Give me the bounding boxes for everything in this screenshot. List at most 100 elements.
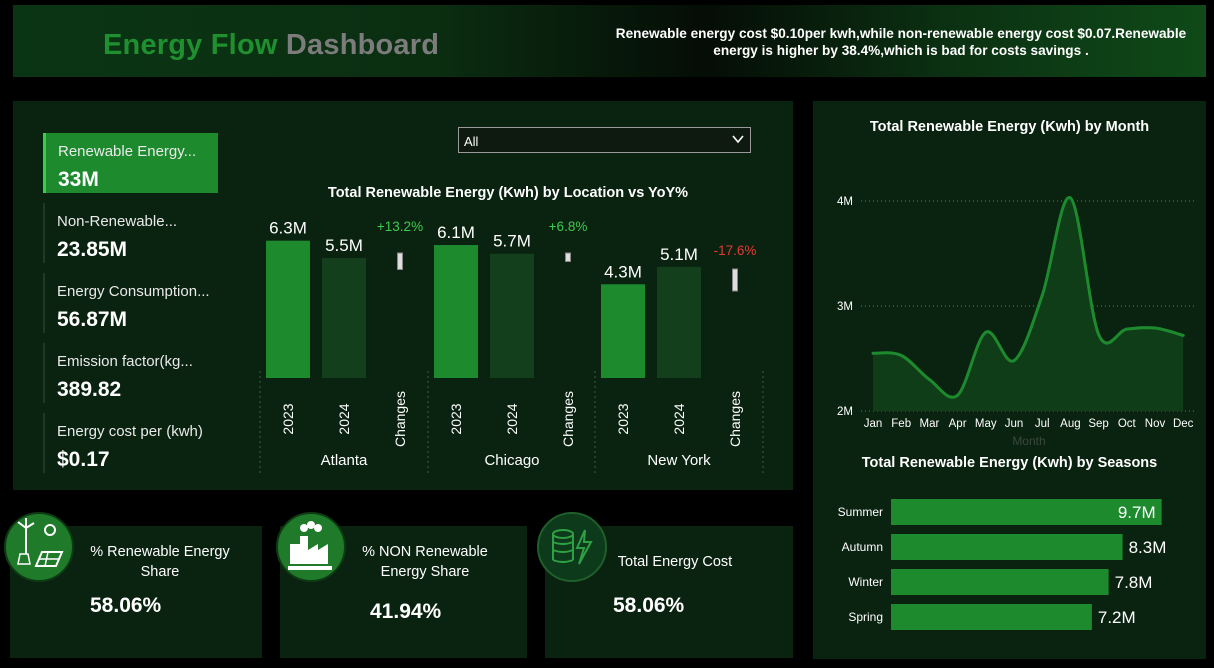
- bar-value-label: 5.7M: [493, 232, 531, 251]
- kpi-value: 33M: [58, 168, 99, 191]
- x-axis-title: Month: [1012, 434, 1045, 448]
- location-bar-chart: 6.3M 5.5M +13.2% 2023 2024 Changes Atlanta 6.1M…: [259, 219, 764, 473]
- card-label-line2: Energy Share: [380, 564, 470, 580]
- bar-value-label: 6.3M: [269, 219, 307, 238]
- title-part1: Energy Flow: [103, 29, 278, 61]
- card-renewable-share: % Renewable Energy Share 58.06%: [4, 512, 262, 658]
- x-tick-label: Jul: [1035, 418, 1050, 430]
- location-label: Atlanta: [321, 452, 368, 469]
- card-label-line1: Total Energy Cost: [617, 554, 733, 570]
- data-point-aug: [1068, 196, 1072, 200]
- x-tick-label: Apr: [949, 418, 967, 430]
- right-panel: Total Renewable Energy (Kwh) by Month 2M…: [813, 101, 1206, 659]
- season-label: Summer: [838, 505, 883, 519]
- x-tick-label: Nov: [1145, 418, 1166, 430]
- kpi-value: 389.82: [57, 378, 122, 401]
- kpi-emission-factor[interactable]: Emission factor(kg... 389.82: [43, 343, 221, 403]
- card-label: % NON Renewable Energy Share: [350, 542, 500, 582]
- season-bar-chart: Summer 9.7M Autumn 8.3M Winter 7.8M Spring 7.2M: [838, 499, 1167, 630]
- kpi-energy-consumption[interactable]: Energy Consumption... 56.87M: [43, 273, 221, 333]
- location-chart-title: Total Renewable Energy (Kwh) by Location…: [327, 185, 689, 201]
- y-tick-label: 4M: [837, 196, 853, 208]
- sub-category-label: 2024: [671, 403, 687, 434]
- bar-value-label: 5.5M: [325, 236, 363, 255]
- bar-atlanta-2023: [266, 240, 310, 378]
- page-title: Energy Flow Dashboard: [103, 29, 439, 62]
- data-point-nov: [1153, 326, 1157, 330]
- bar-atlanta-2024: [322, 258, 366, 378]
- header-banner: Energy Flow Dashboard Renewable energy c…: [13, 5, 1206, 77]
- data-point-feb: [899, 353, 903, 357]
- sub-category-label: 2023: [280, 403, 296, 434]
- kpi-label: Energy cost per (kwh): [57, 423, 203, 440]
- season-bar-winter: [891, 569, 1109, 595]
- factory-icon: [276, 512, 346, 582]
- season-label: Autumn: [842, 540, 883, 554]
- kpi-renewable-energy[interactable]: Renewable Energy... 33M: [43, 133, 218, 193]
- season-bar-spring: [891, 604, 1092, 630]
- sub-category-label: Changes: [392, 391, 408, 447]
- y-tick-label: 2M: [837, 406, 853, 418]
- sub-category-label: Changes: [727, 391, 743, 447]
- bar-value-label: 4.3M: [604, 262, 642, 281]
- x-tick-label: Jan: [864, 418, 883, 430]
- sub-category-label: 2023: [448, 403, 464, 434]
- x-tick-label: Dec: [1173, 418, 1194, 430]
- change-marker: [732, 268, 738, 292]
- location-filter-dropdown[interactable]: All: [458, 127, 751, 153]
- coins-bolt-icon: [537, 512, 607, 582]
- chevron-down-icon: [732, 135, 744, 144]
- card-label-line1: % Renewable Energy: [90, 544, 230, 560]
- month-chart-title: Total Renewable Energy (Kwh) by Month: [869, 119, 1150, 135]
- season-value-label: 8.3M: [1129, 538, 1167, 557]
- month-area-chart: 2M 3M 4M Jan Feb Mar Apr May Jun Jul Aug Sep Oct Nov D…: [837, 196, 1196, 448]
- data-point-jul: [1040, 294, 1044, 297]
- x-tick-label: Mar: [919, 418, 939, 430]
- season-label: Spring: [848, 610, 883, 624]
- x-tick-label: Oct: [1118, 418, 1137, 430]
- season-label: Winter: [848, 575, 883, 589]
- data-point-sep: [1097, 332, 1101, 336]
- bar-new-york-2023: [601, 284, 645, 378]
- location-label: Chicago: [484, 452, 539, 469]
- bar-new-york-2024: [657, 266, 701, 378]
- data-point-apr: [956, 393, 960, 397]
- kpi-non-renewable[interactable]: Non-Renewable... 23.85M: [43, 203, 221, 263]
- data-point-may: [984, 330, 988, 334]
- card-label: Total Energy Cost: [605, 552, 745, 572]
- bar-value-label: 6.1M: [437, 223, 475, 242]
- kpi-label: Non-Renewable...: [57, 213, 178, 230]
- change-label: +6.8%: [549, 219, 588, 234]
- bar-chicago-2023: [434, 245, 478, 378]
- y-tick-label: 3M: [837, 301, 853, 313]
- title-part2: Dashboard: [285, 29, 440, 61]
- card-value: 58.06%: [613, 594, 685, 617]
- data-point-oct: [1125, 327, 1129, 331]
- card-label-line2: Share: [140, 564, 180, 580]
- card-label-line1: % NON Renewable: [362, 544, 488, 560]
- season-value-label: 9.7M: [1118, 503, 1156, 522]
- data-point-jan: [871, 351, 875, 355]
- area-fill: [873, 197, 1184, 411]
- card-total-energy-cost: Total Energy Cost 58.06%: [537, 512, 793, 658]
- x-tick-label: Sep: [1088, 418, 1108, 430]
- kpi-label: Renewable Energy...: [58, 143, 197, 160]
- kpi-energy-cost[interactable]: Energy cost per (kwh) $0.17: [43, 413, 221, 473]
- change-label: +13.2%: [377, 219, 423, 234]
- change-label: -17.6%: [714, 243, 757, 258]
- season-value-label: 7.2M: [1098, 608, 1136, 627]
- data-point-dec: [1181, 333, 1185, 337]
- kpi-label: Energy Consumption...: [57, 283, 210, 300]
- change-marker: [397, 252, 403, 270]
- location-label: New York: [647, 452, 711, 469]
- bar-chicago-2024: [490, 253, 534, 378]
- sub-category-label: 2024: [336, 403, 352, 434]
- insight-text: Renewable energy cost $0.10per kwh,while…: [615, 26, 1187, 58]
- sub-category-label: 2024: [504, 403, 520, 434]
- data-point-mar: [927, 378, 931, 381]
- kpi-value: 56.87M: [57, 308, 128, 331]
- season-bar-autumn: [891, 534, 1123, 560]
- dropdown-value: All: [464, 134, 479, 149]
- card-label: % Renewable Energy Share: [80, 542, 240, 582]
- kpi-label: Emission factor(kg...: [57, 353, 193, 370]
